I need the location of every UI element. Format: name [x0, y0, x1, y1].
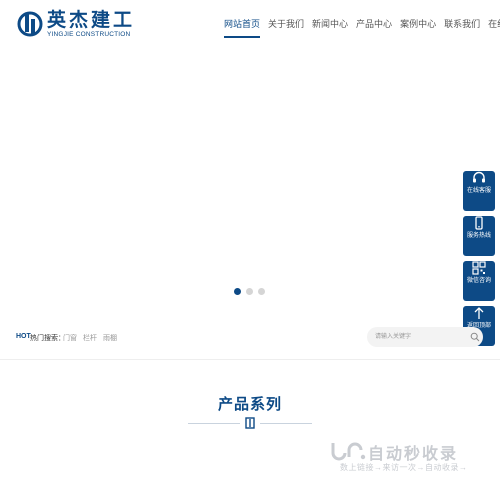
- watermark-logo-icon: [331, 442, 366, 461]
- title-divider-left: [188, 423, 240, 424]
- site-header: 英杰建工 YINGJIE CONSTRUCTION 网站首页 关于我们 新闻中心…: [0, 0, 500, 50]
- main-nav: 网站首页 关于我们 新闻中心 产品中心 案例中心 联系我们 在线留言: [220, 0, 500, 50]
- search-input[interactable]: [375, 330, 465, 344]
- logo-name-en: YINGJIE CONSTRUCTION: [47, 31, 131, 38]
- logo-mark-icon: [17, 11, 43, 37]
- title-ornament-icon: [245, 417, 255, 429]
- search-box: [367, 327, 483, 347]
- hero-banner: [0, 50, 500, 320]
- banner-dot-2[interactable]: [246, 288, 253, 295]
- products-section-title: 产品系列: [217, 395, 282, 413]
- search-icon[interactable]: [470, 332, 480, 342]
- nav-item-cases[interactable]: 案例中心: [400, 0, 436, 50]
- side-item-hotline[interactable]: 服务热线: [463, 216, 495, 256]
- banner-pagination: [234, 288, 270, 295]
- nav-item-home[interactable]: 网站首页: [224, 0, 261, 50]
- hot-keyword-doors-windows[interactable]: 门窗: [63, 333, 77, 343]
- side-label-wechat: 微信咨询: [466, 278, 491, 284]
- watermark-sub-text: 数上链接→来访一次→自动收录→: [340, 463, 468, 472]
- hot-keyword-awnings[interactable]: 雨棚: [103, 333, 117, 343]
- side-label-hotline: 服务热线: [466, 233, 491, 239]
- qrcode-icon: [472, 261, 486, 275]
- phone-icon: [475, 216, 483, 230]
- hot-sub-label: 热门搜索：: [30, 335, 65, 342]
- banner-dot-1[interactable]: [234, 288, 241, 295]
- banner-dot-3[interactable]: [258, 288, 265, 295]
- headset-icon: [473, 171, 485, 183]
- logo-name-cn: 英杰建工: [47, 9, 136, 31]
- watermark: 自动秒收录 数上链接→来访一次→自动收录→: [330, 438, 490, 478]
- hot-label: HOT: [16, 333, 31, 340]
- side-item-wechat[interactable]: 微信咨询: [463, 261, 495, 301]
- title-divider-right: [260, 423, 312, 424]
- nav-item-news[interactable]: 新闻中心: [312, 0, 348, 50]
- nav-item-message[interactable]: 在线留言: [488, 0, 500, 50]
- nav-item-contact[interactable]: 联系我们: [444, 0, 480, 50]
- nav-item-products[interactable]: 产品中心: [356, 0, 392, 50]
- site-logo[interactable]: 英杰建工 YINGJIE CONSTRUCTION: [17, 10, 132, 40]
- hot-search-bar: HOT 热门搜索： 门窗 栏杆 雨棚: [0, 322, 500, 360]
- side-item-online-service[interactable]: 在线客服: [463, 171, 495, 211]
- hot-keyword-railings[interactable]: 栏杆: [83, 333, 97, 343]
- side-toolbar: 在线客服 服务热线 微信咨询 返回顶部: [463, 166, 495, 348]
- watermark-main-text: 自动秒收录: [368, 444, 459, 463]
- nav-item-about[interactable]: 关于我们: [268, 0, 304, 50]
- side-label-online-service: 在线客服: [466, 188, 491, 194]
- arrow-up-icon: [474, 307, 484, 319]
